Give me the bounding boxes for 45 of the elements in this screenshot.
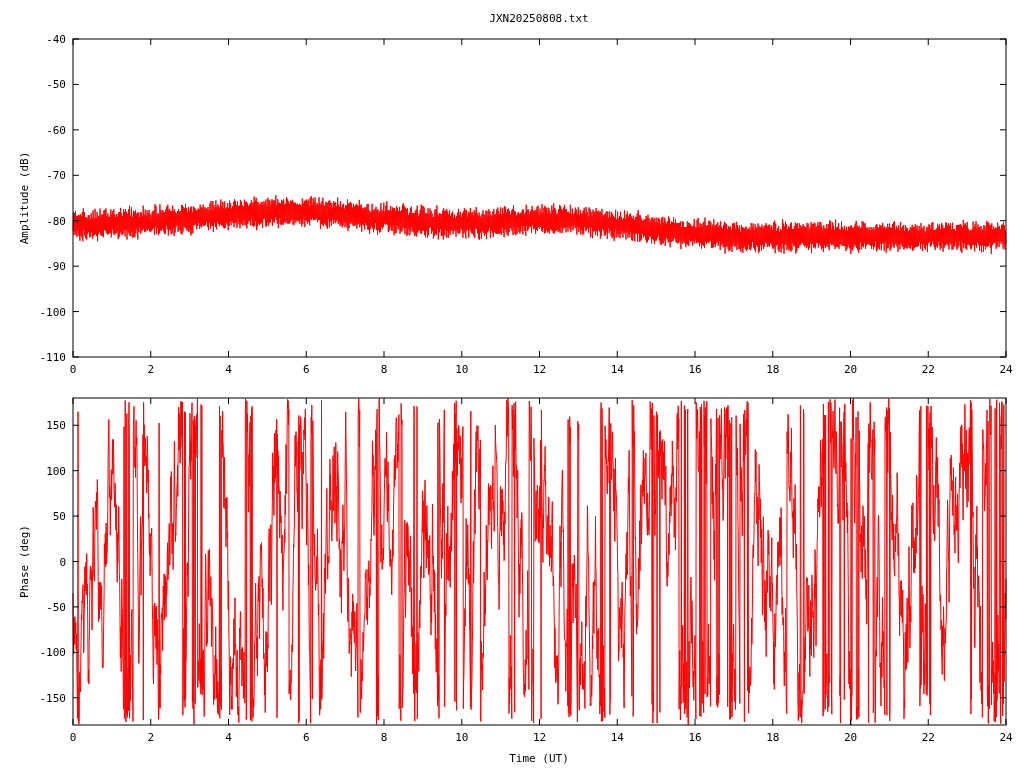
- x-tick-label: 20: [843, 731, 858, 744]
- y-tick-label: -50: [46, 600, 66, 614]
- y-tick-label: -40: [46, 33, 66, 46]
- x-tick-label: 22: [921, 731, 935, 744]
- x-tick-label: 22: [921, 363, 935, 376]
- y-tick-label: 100: [46, 464, 66, 478]
- x-tick-label: 16: [688, 731, 702, 744]
- x-tick-label: 2: [147, 363, 155, 376]
- y-tick-label: -60: [46, 123, 66, 137]
- x-tick-label: 8: [380, 363, 388, 376]
- y-tick-label: -50: [46, 78, 66, 92]
- x-tick-label: 12: [532, 731, 547, 744]
- y-tick-label: -100: [39, 305, 66, 319]
- y-tick-label: -100: [39, 646, 66, 660]
- y-tick-label: 150: [46, 419, 66, 433]
- x-tick-label: 14: [610, 731, 624, 744]
- x-tick-label: 18: [766, 731, 780, 744]
- y-tick-label: -70: [46, 169, 66, 183]
- x-axis-title: Time (UT): [509, 752, 569, 765]
- y-tick-label: 50: [52, 510, 66, 524]
- x-tick-label: 4: [225, 363, 232, 376]
- x-tick-label: 4: [225, 731, 232, 744]
- y-tick-label: -80: [46, 214, 66, 228]
- x-tick-label: 10: [455, 731, 469, 744]
- x-tick-label: 2: [147, 731, 155, 744]
- x-tick-label: 24: [999, 731, 1013, 744]
- x-tick-label: 6: [302, 363, 310, 376]
- x-tick-label: 14: [610, 363, 624, 376]
- x-tick-label: 8: [380, 731, 388, 744]
- x-tick-label: 18: [766, 363, 780, 376]
- y-axis-title: Phase (deg): [18, 525, 31, 598]
- x-tick-label: 16: [688, 363, 702, 376]
- y-axis-title: Amplitude (dB): [18, 151, 31, 245]
- chart-title: JXN20250808.txt: [489, 12, 589, 25]
- x-tick-label: 0: [69, 731, 77, 744]
- x-tick-label: 6: [302, 731, 310, 744]
- y-tick-label: -150: [39, 691, 66, 705]
- x-tick-label: 10: [455, 363, 469, 376]
- y-tick-label: -90: [46, 260, 66, 274]
- y-tick-label: 0: [59, 555, 66, 569]
- x-tick-label: 24: [999, 363, 1013, 376]
- x-tick-label: 20: [843, 363, 858, 376]
- x-tick-label: 0: [69, 363, 77, 376]
- x-tick-label: 12: [532, 363, 547, 376]
- y-tick-label: -110: [39, 351, 66, 364]
